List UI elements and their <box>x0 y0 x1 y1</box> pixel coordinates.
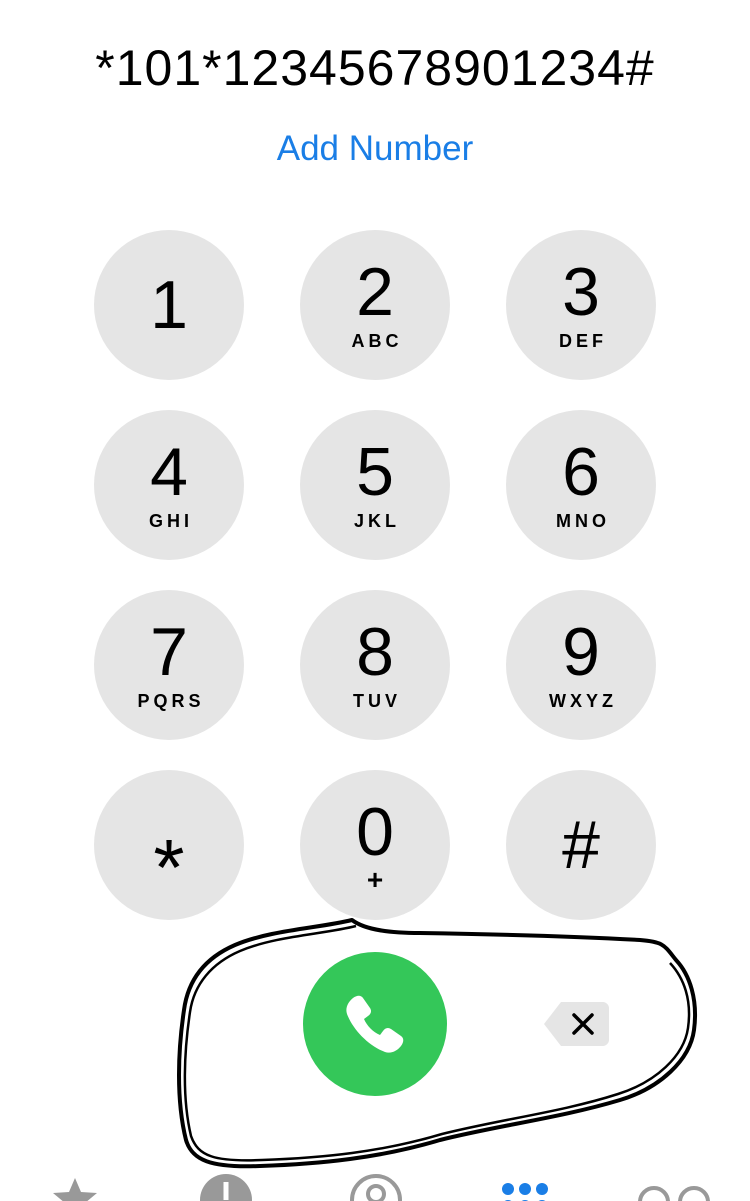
key-1[interactable]: 1 <box>94 230 244 380</box>
tab-bar <box>0 1172 750 1201</box>
key-digit: 3 <box>562 254 600 330</box>
key-3[interactable]: 3 DEF <box>506 230 656 380</box>
key-2[interactable]: 2 ABC <box>300 230 450 380</box>
key-letters: MNO <box>556 511 610 531</box>
key-0[interactable]: 0 + <box>300 770 450 920</box>
key-letters: GHI <box>148 511 193 531</box>
key-digit: 2 <box>356 254 394 330</box>
tab-voicemail[interactable] <box>636 1172 716 1201</box>
tab-favorites[interactable] <box>47 1172 103 1201</box>
key-digit: 7 <box>150 614 188 690</box>
tab-keypad[interactable] <box>499 1172 555 1201</box>
star-icon <box>53 1178 97 1201</box>
dialed-number: *101*12345678901234# <box>95 40 655 96</box>
key-digit: # <box>562 807 600 883</box>
key-letters: PQRS <box>137 691 205 711</box>
key-hash[interactable]: # <box>506 770 656 920</box>
key-digit: 4 <box>150 434 188 510</box>
key-letters: WXYZ <box>549 691 617 711</box>
key-7[interactable]: 7 PQRS <box>94 590 244 740</box>
key-digit: 0 <box>356 794 394 870</box>
person-circle-icon <box>350 1174 402 1201</box>
tab-recents[interactable] <box>198 1172 254 1201</box>
backspace-icon <box>544 1002 609 1046</box>
key-4[interactable]: 4 GHI <box>94 410 244 560</box>
tab-contacts[interactable] <box>348 1172 404 1201</box>
key-5[interactable]: 5 JKL <box>300 410 450 560</box>
key-letters: + <box>366 864 384 895</box>
key-letters: DEF <box>559 331 607 351</box>
add-number-link[interactable]: Add Number <box>0 128 750 170</box>
delete-button[interactable] <box>543 1000 611 1048</box>
clock-icon <box>200 1174 252 1201</box>
key-9[interactable]: 9 WXYZ <box>506 590 656 740</box>
key-digit: 9 <box>562 614 600 690</box>
key-digit: * <box>153 823 185 912</box>
key-letters: ABC <box>351 331 403 351</box>
key-6[interactable]: 6 MNO <box>506 410 656 560</box>
phone-icon <box>346 995 404 1053</box>
keypad-icon <box>502 1183 548 1201</box>
call-button[interactable] <box>303 952 447 1096</box>
key-digit: 8 <box>356 614 394 690</box>
key-letters: JKL <box>353 511 400 531</box>
key-8[interactable]: 8 TUV <box>300 590 450 740</box>
key-digit: 1 <box>150 267 188 343</box>
voicemail-icon <box>638 1186 710 1201</box>
key-star[interactable]: * <box>94 770 244 920</box>
key-digit: 6 <box>562 434 600 510</box>
key-letters: TUV <box>353 691 401 711</box>
key-digit: 5 <box>356 434 394 510</box>
